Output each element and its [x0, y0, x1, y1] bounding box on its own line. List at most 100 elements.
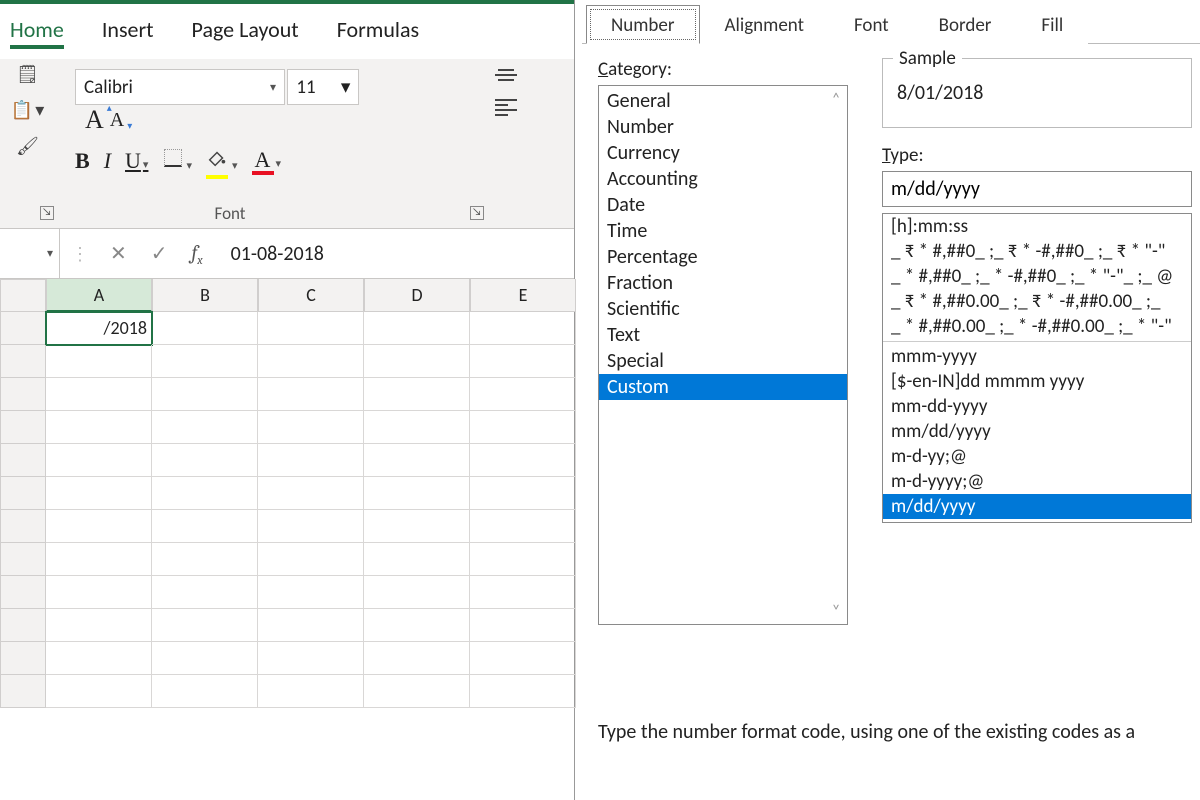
cell[interactable] [470, 411, 576, 444]
ribbon-tab-home[interactable]: Home [10, 16, 64, 49]
italic-button[interactable]: I [104, 148, 111, 174]
cell[interactable] [258, 312, 364, 345]
column-header-a[interactable]: A [46, 279, 152, 312]
borders-button[interactable]: ▾ [162, 147, 192, 175]
cell[interactable] [364, 477, 470, 510]
underline-button[interactable]: U▾ [125, 148, 148, 174]
category-list[interactable]: General Number Currency Accounting Date … [598, 85, 848, 625]
ribbon-tab-page-layout[interactable]: Page Layout [192, 16, 299, 49]
cell[interactable] [152, 543, 258, 576]
cell[interactable] [46, 345, 152, 378]
cell[interactable] [46, 510, 152, 543]
cell[interactable] [46, 642, 152, 675]
row-header[interactable] [0, 543, 46, 576]
cell[interactable] [364, 378, 470, 411]
cell[interactable] [364, 642, 470, 675]
cell[interactable] [46, 543, 152, 576]
cell[interactable] [470, 510, 576, 543]
cell[interactable] [470, 576, 576, 609]
cell[interactable] [470, 543, 576, 576]
row-header[interactable] [0, 510, 46, 543]
cell[interactable] [258, 345, 364, 378]
cell[interactable] [152, 675, 258, 708]
dialog-tab-font[interactable]: Font [829, 5, 914, 44]
row-header[interactable] [0, 378, 46, 411]
cell[interactable] [364, 609, 470, 642]
column-header-c[interactable]: C [258, 279, 364, 312]
ribbon-tab-formulas[interactable]: Formulas [337, 16, 419, 49]
cell[interactable] [46, 576, 152, 609]
cell[interactable] [152, 312, 258, 345]
category-item-number[interactable]: Number [599, 114, 847, 140]
type-item[interactable]: _ ₹ * #,##0.00_ ;_ ₹ * -#,##0.00_ ;_ [883, 289, 1191, 314]
format-painter-icon[interactable]: 🖌 [16, 135, 39, 157]
row-header[interactable] [0, 411, 46, 444]
type-item[interactable]: mm-dd-yyyy [883, 394, 1191, 419]
row-header[interactable] [0, 345, 46, 378]
cell[interactable] [470, 675, 576, 708]
cell[interactable] [364, 510, 470, 543]
row-header[interactable] [0, 576, 46, 609]
type-input[interactable] [882, 171, 1192, 207]
type-item[interactable]: m-d-yy;@ [883, 444, 1191, 469]
row-header[interactable] [0, 609, 46, 642]
cell[interactable] [152, 576, 258, 609]
row-header[interactable] [0, 312, 46, 345]
cell[interactable] [46, 609, 152, 642]
cell[interactable] [470, 444, 576, 477]
cell[interactable] [258, 675, 364, 708]
cell[interactable] [46, 378, 152, 411]
cell[interactable] [364, 543, 470, 576]
type-item[interactable]: _ ₹ * #,##0_ ;_ ₹ * -#,##0_ ;_ ₹ * "-" [883, 239, 1191, 264]
column-header-d[interactable]: D [364, 279, 470, 312]
type-item[interactable]: mmm-yyyy [883, 344, 1191, 369]
type-item[interactable]: _ * #,##0_ ;_ * -#,##0_ ;_ * "-"_ ;_ @ [883, 264, 1191, 289]
category-item-fraction[interactable]: Fraction [599, 270, 847, 296]
fill-color-button[interactable]: ▾ [206, 147, 238, 175]
formula-input[interactable]: 01-08-2018 [213, 229, 574, 278]
dialog-tab-number[interactable]: Number [586, 5, 700, 44]
cell[interactable] [470, 477, 576, 510]
cell[interactable] [152, 411, 258, 444]
paste-icon[interactable]: 🗒 [16, 63, 39, 85]
cell[interactable] [152, 510, 258, 543]
ribbon-tab-insert[interactable]: Insert [102, 16, 154, 49]
cell[interactable] [152, 477, 258, 510]
cell[interactable] [470, 312, 576, 345]
dialog-tab-fill[interactable]: Fill [1016, 5, 1088, 44]
increase-font-icon[interactable]: A [85, 105, 104, 135]
dialog-tab-border[interactable]: Border [914, 5, 1017, 44]
category-item-date[interactable]: Date [599, 192, 847, 218]
cell[interactable] [152, 345, 258, 378]
select-all-corner[interactable] [0, 279, 46, 312]
cell[interactable] [258, 543, 364, 576]
cell[interactable] [152, 642, 258, 675]
row-header[interactable] [0, 642, 46, 675]
type-list[interactable]: [h]:mm:ss_ ₹ * #,##0_ ;_ ₹ * -#,##0_ ;_ … [882, 213, 1192, 523]
cell[interactable] [258, 378, 364, 411]
enter-icon[interactable]: ✓ [151, 241, 168, 266]
align-middle-icon[interactable] [495, 69, 517, 81]
align-left-icon[interactable] [495, 99, 517, 116]
category-item-special[interactable]: Special [599, 348, 847, 374]
cell[interactable] [152, 378, 258, 411]
font-launcher-icon[interactable] [470, 206, 484, 220]
cell[interactable] [152, 609, 258, 642]
category-item-text[interactable]: Text [599, 322, 847, 348]
type-item[interactable]: [$-en-IN]dd mmmm yyyy [883, 369, 1191, 394]
cell[interactable] [258, 477, 364, 510]
column-header-e[interactable]: E [470, 279, 576, 312]
category-item-general[interactable]: General [599, 88, 847, 114]
decrease-font-icon[interactable]: A [110, 109, 124, 139]
cell[interactable] [46, 411, 152, 444]
fx-icon[interactable]: fx [192, 241, 203, 267]
name-box[interactable]: ▾ [0, 229, 60, 278]
type-item[interactable]: mm/dd/yyyy [883, 419, 1191, 444]
cell[interactable] [46, 444, 152, 477]
cell[interactable] [258, 576, 364, 609]
category-item-custom[interactable]: Custom [599, 374, 847, 400]
scroll-up-icon[interactable]: ˄ [825, 88, 847, 110]
cell[interactable] [258, 642, 364, 675]
type-item[interactable]: _ * #,##0.00_ ;_ * -#,##0.00_ ;_ * "-" [883, 314, 1191, 339]
type-item[interactable]: m-d-yyyy;@ [883, 469, 1191, 494]
